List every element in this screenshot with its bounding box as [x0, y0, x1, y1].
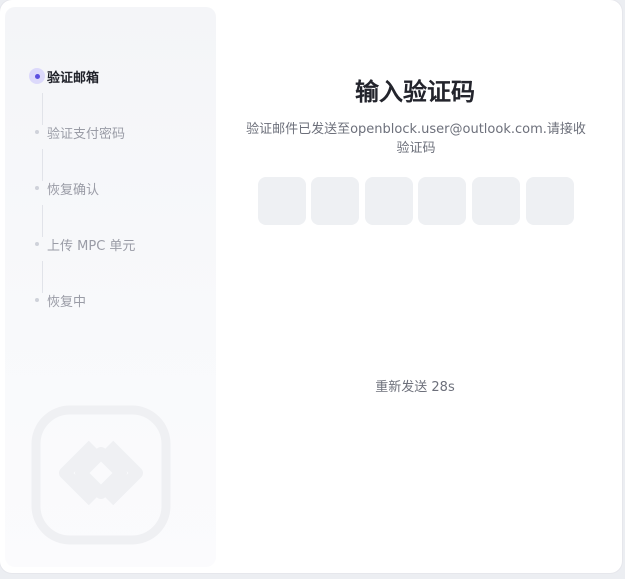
code-digit-input[interactable] — [526, 177, 574, 225]
step-connector — [42, 93, 43, 125]
openblock-logo-icon — [31, 405, 171, 545]
step-dot-icon — [29, 236, 45, 252]
code-digit-input[interactable] — [418, 177, 466, 225]
step-label: 恢复中 — [47, 294, 87, 310]
page-title: 输入验证码 — [355, 78, 475, 106]
step-connector — [42, 149, 43, 181]
step-dot-icon — [29, 180, 45, 196]
resend-countdown[interactable]: 重新发送 28s — [216, 376, 614, 395]
step-active-indicator-icon — [29, 68, 45, 84]
step-label: 验证邮箱 — [47, 70, 100, 86]
step-label: 上传 MPC 单元 — [47, 238, 136, 254]
step-dot-icon — [29, 292, 45, 308]
verification-dialog: 验证邮箱 验证支付密码 恢复确认 上传 MPC 单元 恢复中 输入验证码 验证邮… — [0, 0, 622, 573]
step-connector — [42, 261, 43, 293]
step-label: 恢复确认 — [47, 182, 100, 198]
step-label: 验证支付密码 — [47, 126, 126, 142]
step-connector — [42, 205, 43, 237]
code-digit-input[interactable] — [472, 177, 520, 225]
steps-sidebar: 验证邮箱 验证支付密码 恢复确认 上传 MPC 单元 恢复中 — [5, 7, 216, 567]
verification-code-input — [258, 177, 574, 225]
verification-description: 验证邮件已发送至openblock.user@outlook.com.请接收验证… — [246, 122, 586, 156]
code-digit-input[interactable] — [365, 177, 413, 225]
code-digit-input[interactable] — [258, 177, 306, 225]
step-dot-icon — [29, 124, 45, 140]
code-digit-input[interactable] — [311, 177, 359, 225]
